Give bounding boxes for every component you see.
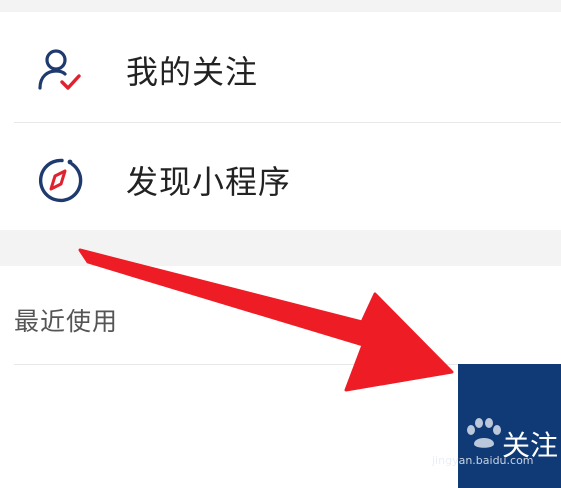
divider bbox=[14, 122, 561, 123]
menu-item-discover-mini-programs[interactable]: 发现小程序 bbox=[0, 126, 561, 234]
menu-item-my-follows[interactable]: 我的关注 bbox=[0, 16, 561, 124]
follow-tile[interactable]: 关注 bbox=[458, 364, 561, 488]
menu-item-label: 发现小程序 bbox=[126, 163, 292, 201]
menu-item-label: 我的关注 bbox=[126, 53, 259, 91]
person-check-icon bbox=[38, 49, 81, 90]
compass-icon bbox=[38, 158, 83, 203]
recent-title: 最近使用 bbox=[14, 307, 119, 336]
menu-card: 我的关注 发现小程序 bbox=[0, 12, 561, 230]
follow-tile-label: 关注 bbox=[502, 429, 559, 462]
